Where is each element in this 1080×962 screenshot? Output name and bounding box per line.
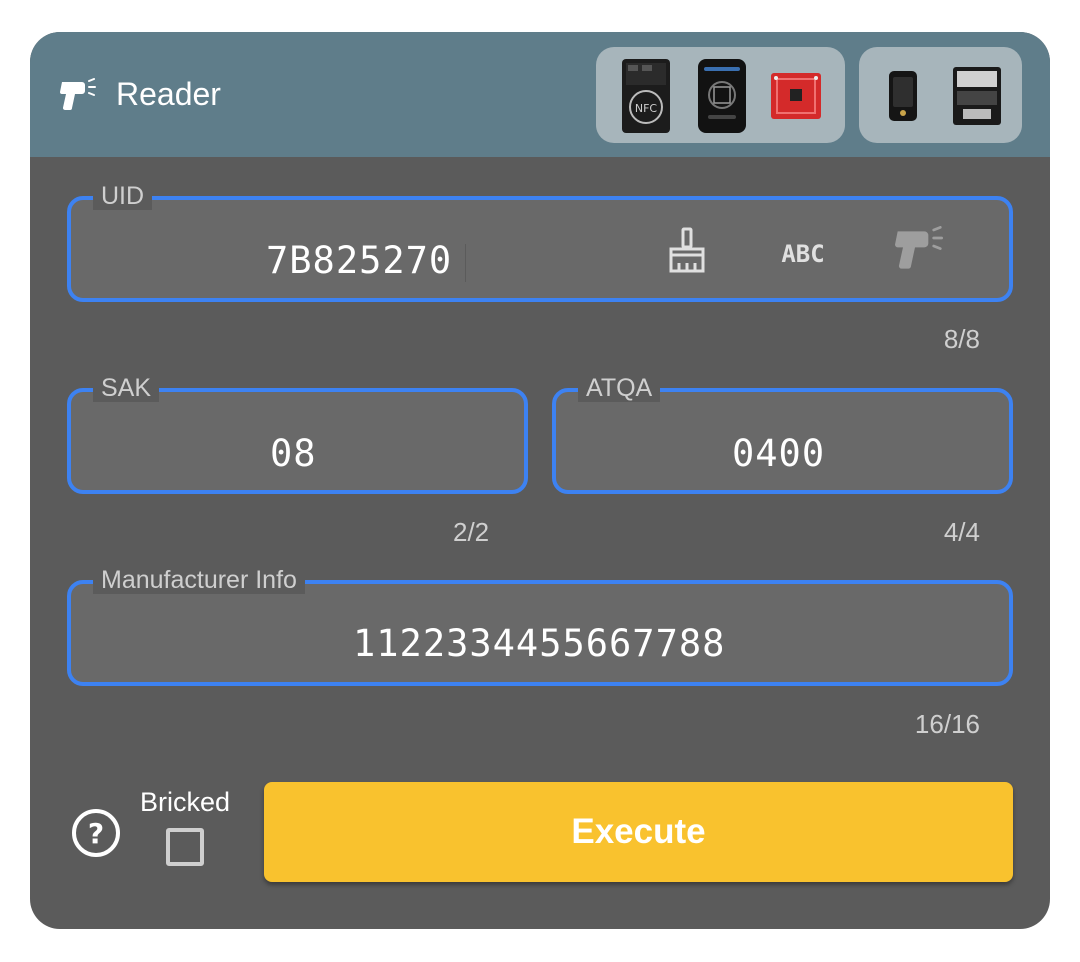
sak-label: SAK (93, 374, 160, 402)
manufacturer-label: Manufacturer Info (93, 566, 305, 594)
device-nfc-board[interactable]: NFC (618, 57, 674, 135)
manufacturer-value[interactable]: 1122334455667788 (353, 622, 725, 665)
svg-text:?: ? (88, 817, 104, 850)
help-circle-icon[interactable]: ? (70, 807, 122, 859)
abc-format-icon[interactable]: ABC (771, 238, 835, 268)
bricked-label: Bricked (140, 787, 231, 817)
text-cursor (465, 244, 466, 282)
card-header: Reader NFC (30, 32, 1050, 157)
reader-card: Reader NFC UID 7B825270 ABC 8/8 SAK 08 2… (30, 32, 1050, 929)
uid-field[interactable]: UID 7B825270 ABC (67, 182, 1013, 302)
bricked-checkbox[interactable] (166, 828, 204, 866)
execute-button[interactable]: Execute (264, 782, 1013, 882)
read-uid-reader-icon[interactable] (893, 226, 945, 274)
device-chameleon-ultra[interactable] (694, 57, 750, 135)
device-pn532-red-board[interactable] (768, 57, 824, 135)
sak-field[interactable]: SAK 08 (67, 374, 528, 494)
uid-value[interactable]: 7B825270 (266, 239, 452, 282)
manufacturer-counter: 16/16 (914, 709, 980, 739)
uid-counter: 8/8 (943, 324, 980, 354)
manufacturer-field[interactable]: Manufacturer Info 1122334455667788 (67, 566, 1013, 686)
device-small-reader[interactable] (875, 57, 931, 135)
svg-text:ABC: ABC (781, 240, 824, 268)
sak-counter: 2/2 (453, 517, 490, 547)
device-group-1: NFC (596, 47, 845, 143)
sak-value[interactable]: 08 (270, 432, 317, 475)
atqa-counter: 4/4 (943, 517, 980, 547)
atqa-value[interactable]: 0400 (732, 432, 825, 475)
device-group-2 (859, 47, 1022, 143)
clear-brush-icon[interactable] (667, 227, 707, 275)
nfc-reader-icon (60, 78, 96, 111)
svg-text:NFC: NFC (635, 102, 658, 115)
device-keyboard-module[interactable] (949, 57, 1005, 135)
header-title: Reader (116, 76, 221, 112)
uid-label: UID (93, 182, 153, 210)
atqa-field[interactable]: ATQA 0400 (552, 374, 1013, 494)
atqa-label: ATQA (578, 374, 661, 402)
